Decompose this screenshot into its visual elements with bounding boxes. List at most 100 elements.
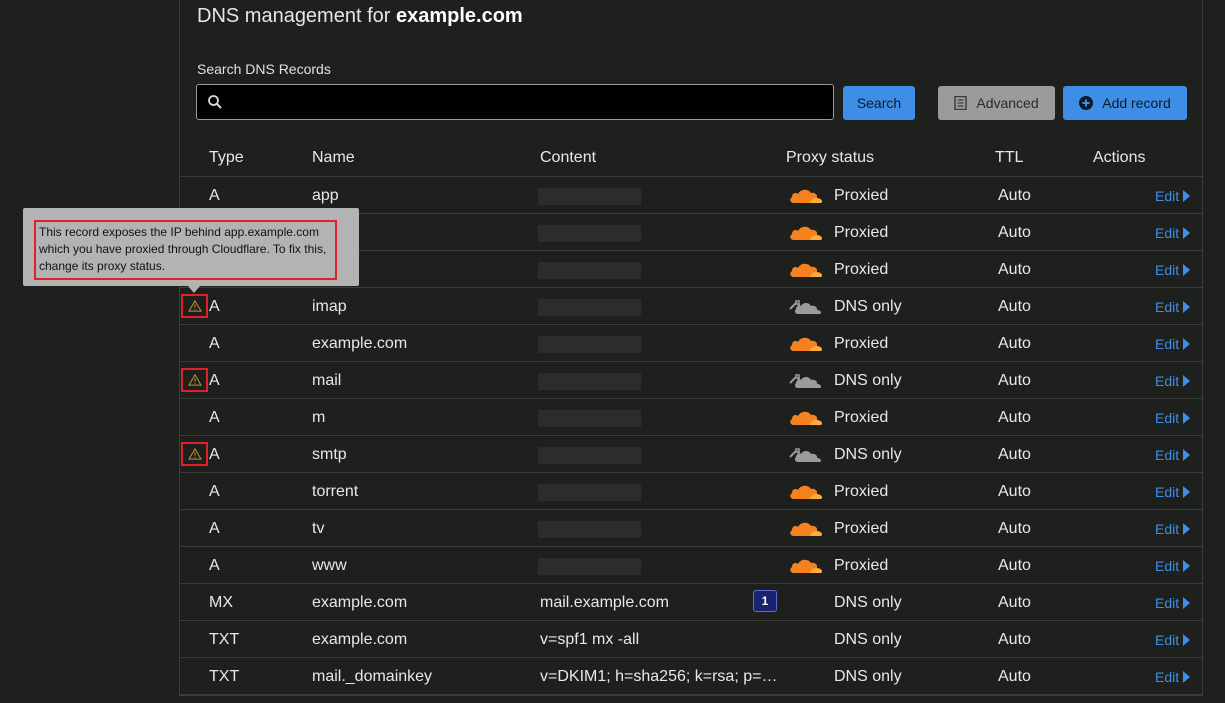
edit-label: Edit	[1155, 669, 1180, 685]
record-content: v=spf1 mx -all	[540, 631, 640, 648]
column-header-actions: Actions	[1093, 149, 1146, 166]
proxy-status: Proxied	[834, 409, 889, 426]
proxy-status: Proxied	[834, 187, 889, 204]
priority-badge: 1	[753, 590, 777, 612]
edit-record-link[interactable]: Edit	[1155, 595, 1191, 611]
proxy-status: DNS only	[834, 372, 902, 389]
orange-cloud-icon[interactable]	[788, 186, 824, 206]
search-input[interactable]	[225, 85, 825, 119]
proxy-status: Proxied	[834, 557, 889, 574]
record-type: A	[209, 446, 220, 463]
table-row: TXT mail._domainkey v=DKIM1; h=sha256; k=r…	[180, 658, 1202, 695]
caret-right-icon	[1183, 301, 1191, 313]
grey-cloud-icon[interactable]	[788, 445, 824, 465]
edit-label: Edit	[1155, 447, 1180, 463]
warning-icon[interactable]	[181, 442, 208, 466]
record-name: app	[312, 187, 339, 204]
caret-right-icon	[1183, 227, 1191, 239]
add-record-button[interactable]: Add record	[1063, 86, 1187, 120]
record-name: mail._domainkey	[312, 668, 433, 685]
edit-label: Edit	[1155, 484, 1180, 500]
redacted-content	[538, 410, 641, 427]
orange-cloud-icon[interactable]	[788, 556, 824, 576]
record-type: TXT	[209, 631, 240, 648]
edit-record-link[interactable]: Edit	[1155, 484, 1191, 500]
edit-label: Edit	[1155, 188, 1180, 204]
edit-record-link[interactable]: Edit	[1155, 299, 1191, 315]
search-box[interactable]	[196, 84, 834, 120]
edit-record-link[interactable]: Edit	[1155, 225, 1191, 241]
proxy-status: DNS only	[834, 631, 902, 648]
record-ttl: Auto	[998, 187, 1031, 204]
edit-record-link[interactable]: Edit	[1155, 632, 1191, 648]
orange-cloud-icon[interactable]	[788, 260, 824, 280]
caret-right-icon	[1183, 338, 1191, 350]
edit-record-link[interactable]: Edit	[1155, 447, 1191, 463]
edit-record-link[interactable]: Edit	[1155, 336, 1191, 352]
record-name: imap	[312, 298, 347, 315]
record-name: tv	[312, 520, 325, 537]
edit-record-link[interactable]: Edit	[1155, 262, 1191, 278]
redacted-content	[538, 484, 641, 501]
table-row: Amail DNS only Auto Edit	[180, 362, 1202, 399]
record-ttl: Auto	[998, 520, 1031, 537]
proxy-status: Proxied	[834, 335, 889, 352]
record-name: www	[312, 557, 347, 574]
record-content: mail.example.com	[540, 594, 669, 611]
orange-cloud-icon[interactable]	[788, 334, 824, 354]
orange-cloud-icon[interactable]	[788, 519, 824, 539]
record-ttl: Auto	[998, 261, 1031, 278]
edit-label: Edit	[1155, 299, 1180, 315]
edit-label: Edit	[1155, 225, 1180, 241]
advanced-button-label: Advanced	[976, 95, 1039, 111]
record-type: TXT	[209, 668, 240, 685]
orange-cloud-icon[interactable]	[788, 482, 824, 502]
record-ttl: Auto	[998, 298, 1031, 315]
search-button[interactable]: Search	[843, 86, 915, 120]
proxy-status: DNS only	[834, 298, 902, 315]
table-header: Type Name Content Proxy status TTL Actio…	[180, 139, 1202, 177]
edit-record-link[interactable]: Edit	[1155, 373, 1191, 389]
record-name: smtp	[312, 446, 347, 463]
record-type: A	[209, 520, 220, 537]
grey-cloud-icon[interactable]	[788, 371, 824, 391]
table-row: Atv Proxied Auto Edit	[180, 510, 1202, 547]
advanced-button[interactable]: Advanced	[938, 86, 1055, 120]
orange-cloud-icon[interactable]	[788, 223, 824, 243]
edit-record-link[interactable]: Edit	[1155, 521, 1191, 537]
edit-record-link[interactable]: Edit	[1155, 669, 1191, 685]
caret-right-icon	[1183, 449, 1191, 461]
search-button-label: Search	[856, 95, 902, 111]
edit-label: Edit	[1155, 262, 1180, 278]
record-type: A	[209, 335, 220, 352]
column-header-content: Content	[540, 149, 597, 166]
edit-label: Edit	[1155, 373, 1180, 389]
caret-right-icon	[1183, 264, 1191, 276]
grey-cloud-icon[interactable]	[788, 297, 824, 317]
record-type: A	[209, 372, 220, 389]
record-name: example.com	[312, 594, 408, 611]
caret-right-icon	[1183, 634, 1191, 646]
warning-icon[interactable]	[181, 294, 208, 318]
edit-record-link[interactable]: Edit	[1155, 188, 1191, 204]
redacted-content	[538, 373, 641, 390]
redacted-content	[538, 336, 641, 353]
caret-right-icon	[1183, 486, 1191, 498]
redacted-content	[538, 447, 641, 464]
edit-record-link[interactable]: Edit	[1155, 410, 1191, 426]
record-name: example.com	[312, 335, 408, 352]
record-ttl: Auto	[998, 483, 1031, 500]
search-icon	[208, 95, 222, 109]
edit-record-link[interactable]: Edit	[1155, 558, 1191, 574]
edit-label: Edit	[1155, 336, 1180, 352]
record-name: mail	[312, 372, 342, 389]
proxy-status: Proxied	[834, 224, 889, 241]
caret-right-icon	[1183, 190, 1191, 202]
proxy-status: DNS only	[834, 668, 902, 685]
dns-management-panel: DNS management for example.com Search DN…	[179, 0, 1203, 696]
record-ttl: Auto	[998, 335, 1031, 352]
orange-cloud-icon[interactable]	[788, 408, 824, 428]
record-type: A	[209, 557, 220, 574]
warning-icon[interactable]	[181, 368, 208, 392]
table-row: Aexample.com Proxied Auto Edit	[180, 325, 1202, 362]
